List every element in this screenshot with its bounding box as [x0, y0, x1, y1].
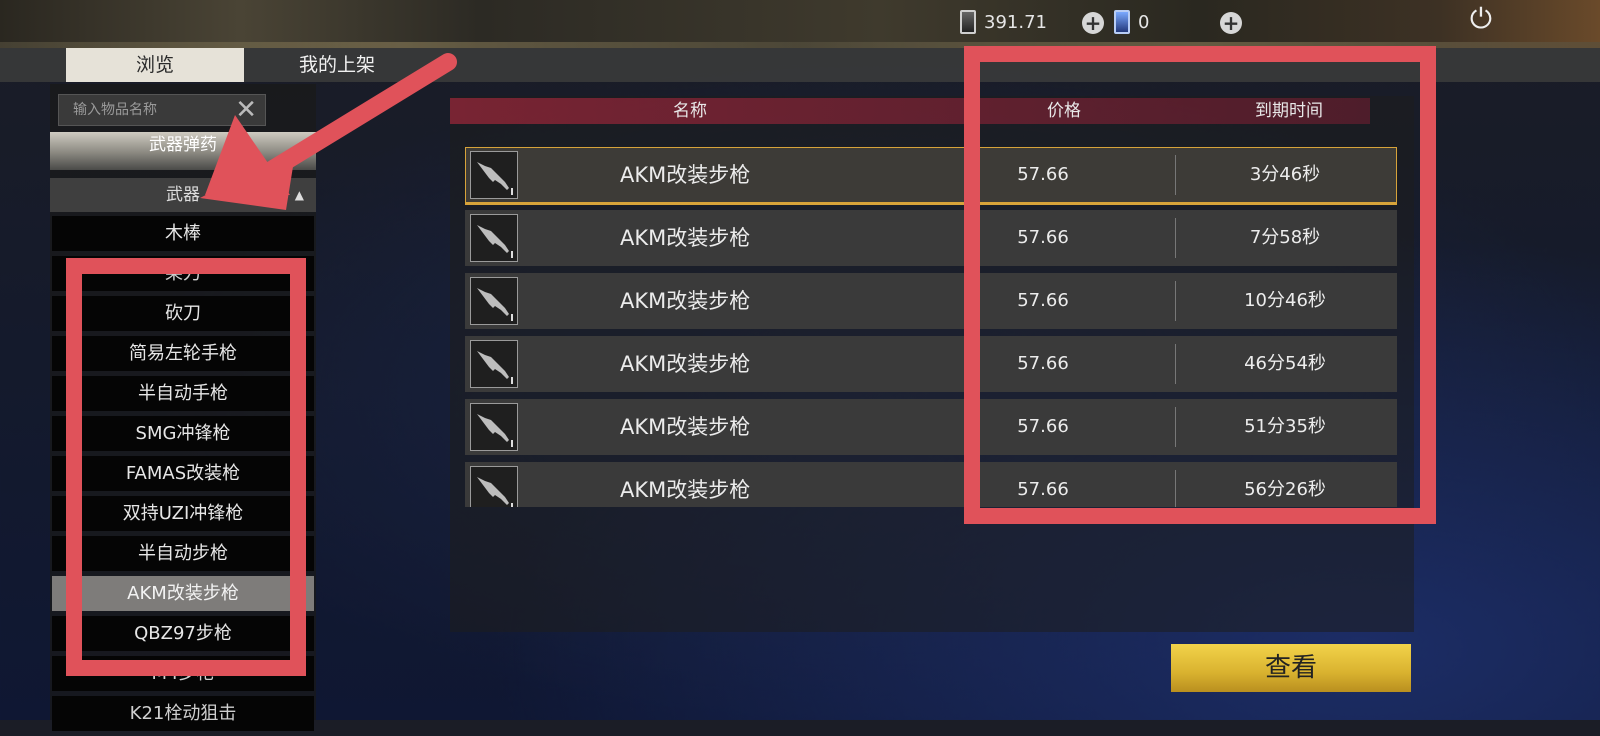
- search-box: ✕: [58, 94, 266, 126]
- table-row[interactable]: AKM改装步枪 57.66 3分46秒: [465, 147, 1397, 205]
- list-item[interactable]: QBZ97步枪: [52, 616, 314, 651]
- table-header: [450, 98, 1370, 124]
- column-header-name: 名称: [673, 101, 707, 121]
- view-button[interactable]: 查看: [1171, 644, 1411, 692]
- column-divider: [1175, 470, 1176, 507]
- item-expiry: 56分26秒: [1244, 479, 1326, 500]
- tab-my-listings[interactable]: 我的上架: [262, 48, 412, 82]
- column-divider: [1175, 218, 1176, 258]
- close-icon[interactable]: ✕: [235, 95, 257, 125]
- currency-silver-value: 391.71: [984, 11, 1047, 33]
- item-price: 57.66: [1017, 290, 1069, 311]
- column-divider: [1175, 281, 1176, 321]
- list-item[interactable]: 半自动手枪: [52, 376, 314, 411]
- list-item[interactable]: K21栓动狙击: [52, 696, 314, 731]
- list-item[interactable]: 砍刀: [52, 296, 314, 331]
- list-item[interactable]: 双持UZI冲锋枪: [52, 496, 314, 531]
- currency-gem-value: 0: [1138, 11, 1150, 33]
- item-name: AKM改装步枪: [620, 226, 751, 250]
- silver-coin-icon: [960, 10, 976, 34]
- list-item[interactable]: FAMAS改装枪: [52, 456, 314, 491]
- item-price: 57.66: [1017, 479, 1069, 500]
- item-name: AKM改装步枪: [620, 352, 751, 376]
- item-price: 57.66: [1017, 227, 1069, 248]
- search-input[interactable]: [59, 95, 233, 125]
- item-name: AKM改装步枪: [620, 163, 751, 187]
- list-item[interactable]: 简易左轮手枪: [52, 336, 314, 371]
- column-divider: [1175, 407, 1176, 447]
- item-name: AKM改装步枪: [620, 478, 751, 502]
- column-header-expiry: 到期时间: [1255, 101, 1323, 121]
- blue-gem-icon: [1114, 10, 1130, 34]
- column-divider: [1175, 344, 1176, 384]
- rifle-icon: [470, 214, 518, 262]
- decorative-top-band: [0, 0, 1600, 48]
- item-expiry: 51分35秒: [1244, 416, 1326, 437]
- table-row[interactable]: AKM改装步枪 57.66 10分46秒: [465, 273, 1397, 329]
- item-expiry: 7分58秒: [1249, 227, 1321, 248]
- rifle-icon: [470, 151, 518, 199]
- add-gem-button[interactable]: +: [1220, 12, 1242, 34]
- list-item[interactable]: SMG冲锋枪: [52, 416, 314, 451]
- add-silver-button[interactable]: +: [1082, 12, 1104, 34]
- rifle-icon: [470, 340, 518, 388]
- subcategory-toggle[interactable]: 武器 ▲: [50, 178, 316, 212]
- currency-silver: 391.71: [960, 10, 1047, 34]
- category-header[interactable]: 武器弹药: [50, 132, 316, 170]
- column-header-price: 价格: [1047, 101, 1081, 121]
- table-row[interactable]: AKM改装步枪 57.66 56分26秒: [465, 462, 1397, 507]
- item-price: 57.66: [1017, 164, 1069, 185]
- item-price: 57.66: [1017, 416, 1069, 437]
- item-expiry: 10分46秒: [1244, 290, 1326, 311]
- rifle-icon: [470, 466, 518, 507]
- table-row[interactable]: AKM改装步枪 57.66 51分35秒: [465, 399, 1397, 455]
- column-divider: [1175, 155, 1176, 195]
- item-expiry: 46分54秒: [1244, 353, 1326, 374]
- triangle-up-icon: ▲: [294, 188, 304, 202]
- item-name: AKM改装步枪: [620, 289, 751, 313]
- listing-rows: AKM改装步枪 57.66 3分46秒 AKM改装步枪 57.66 7分58秒 …: [465, 147, 1397, 507]
- item-expiry: 3分46秒: [1249, 164, 1321, 185]
- tab-browse[interactable]: 浏览: [66, 48, 244, 82]
- list-item-selected[interactable]: AKM改装步枪: [52, 576, 314, 611]
- list-item[interactable]: M4步枪: [52, 656, 314, 691]
- weapon-list: 木棒 柴刀 砍刀 简易左轮手枪 半自动手枪 SMG冲锋枪 FAMAS改装枪 双持…: [52, 216, 314, 736]
- list-item[interactable]: 半自动步枪: [52, 536, 314, 571]
- item-price: 57.66: [1017, 353, 1069, 374]
- rifle-icon: [470, 403, 518, 451]
- list-item[interactable]: 木棒: [52, 216, 314, 251]
- item-name: AKM改装步枪: [620, 415, 751, 439]
- list-item[interactable]: 柴刀: [52, 256, 314, 291]
- table-row[interactable]: AKM改装步枪 57.66 46分54秒: [465, 336, 1397, 392]
- rifle-icon: [470, 277, 518, 325]
- power-icon[interactable]: ⏻: [1466, 4, 1496, 34]
- subcategory-label: 武器: [166, 185, 200, 205]
- table-row[interactable]: AKM改装步枪 57.66 7分58秒: [465, 210, 1397, 266]
- currency-gem: 0: [1114, 10, 1149, 34]
